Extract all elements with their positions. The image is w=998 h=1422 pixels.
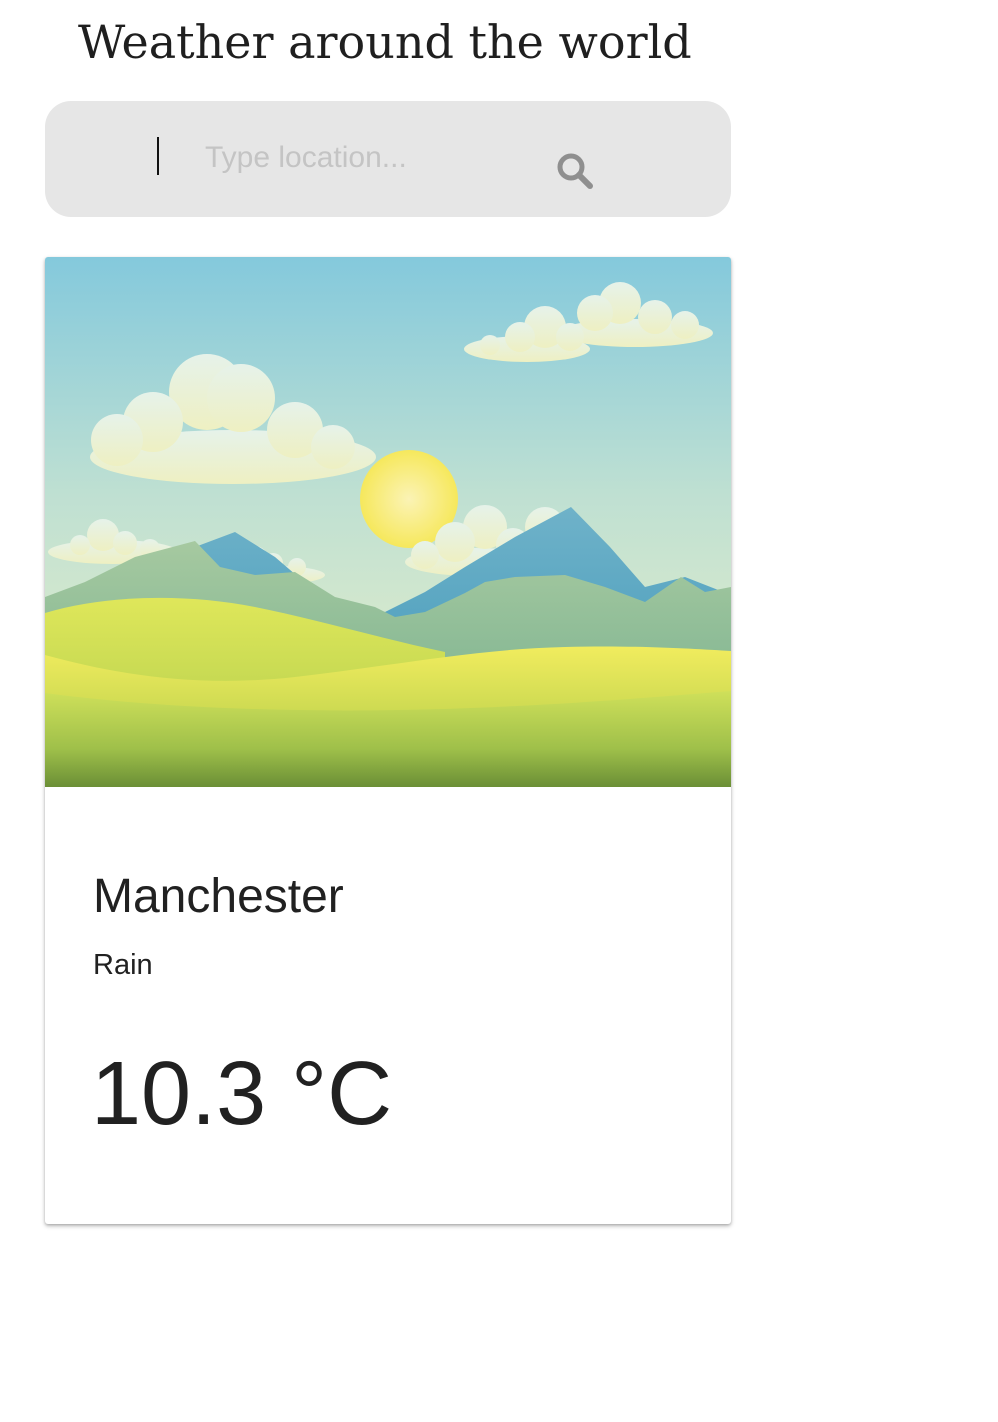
page-title: Weather around the world xyxy=(78,15,692,69)
text-caret xyxy=(157,137,159,175)
landscape-illustration xyxy=(45,257,731,787)
temperature-value: 10.3 °C xyxy=(91,1044,393,1144)
weather-condition: Rain xyxy=(93,949,153,981)
search-input[interactable] xyxy=(201,137,545,179)
weather-card: Manchester Rain 10.3 °C xyxy=(45,257,731,1224)
search-icon[interactable] xyxy=(555,150,595,190)
city-name: Manchester xyxy=(93,870,344,923)
search-bar xyxy=(45,101,731,217)
